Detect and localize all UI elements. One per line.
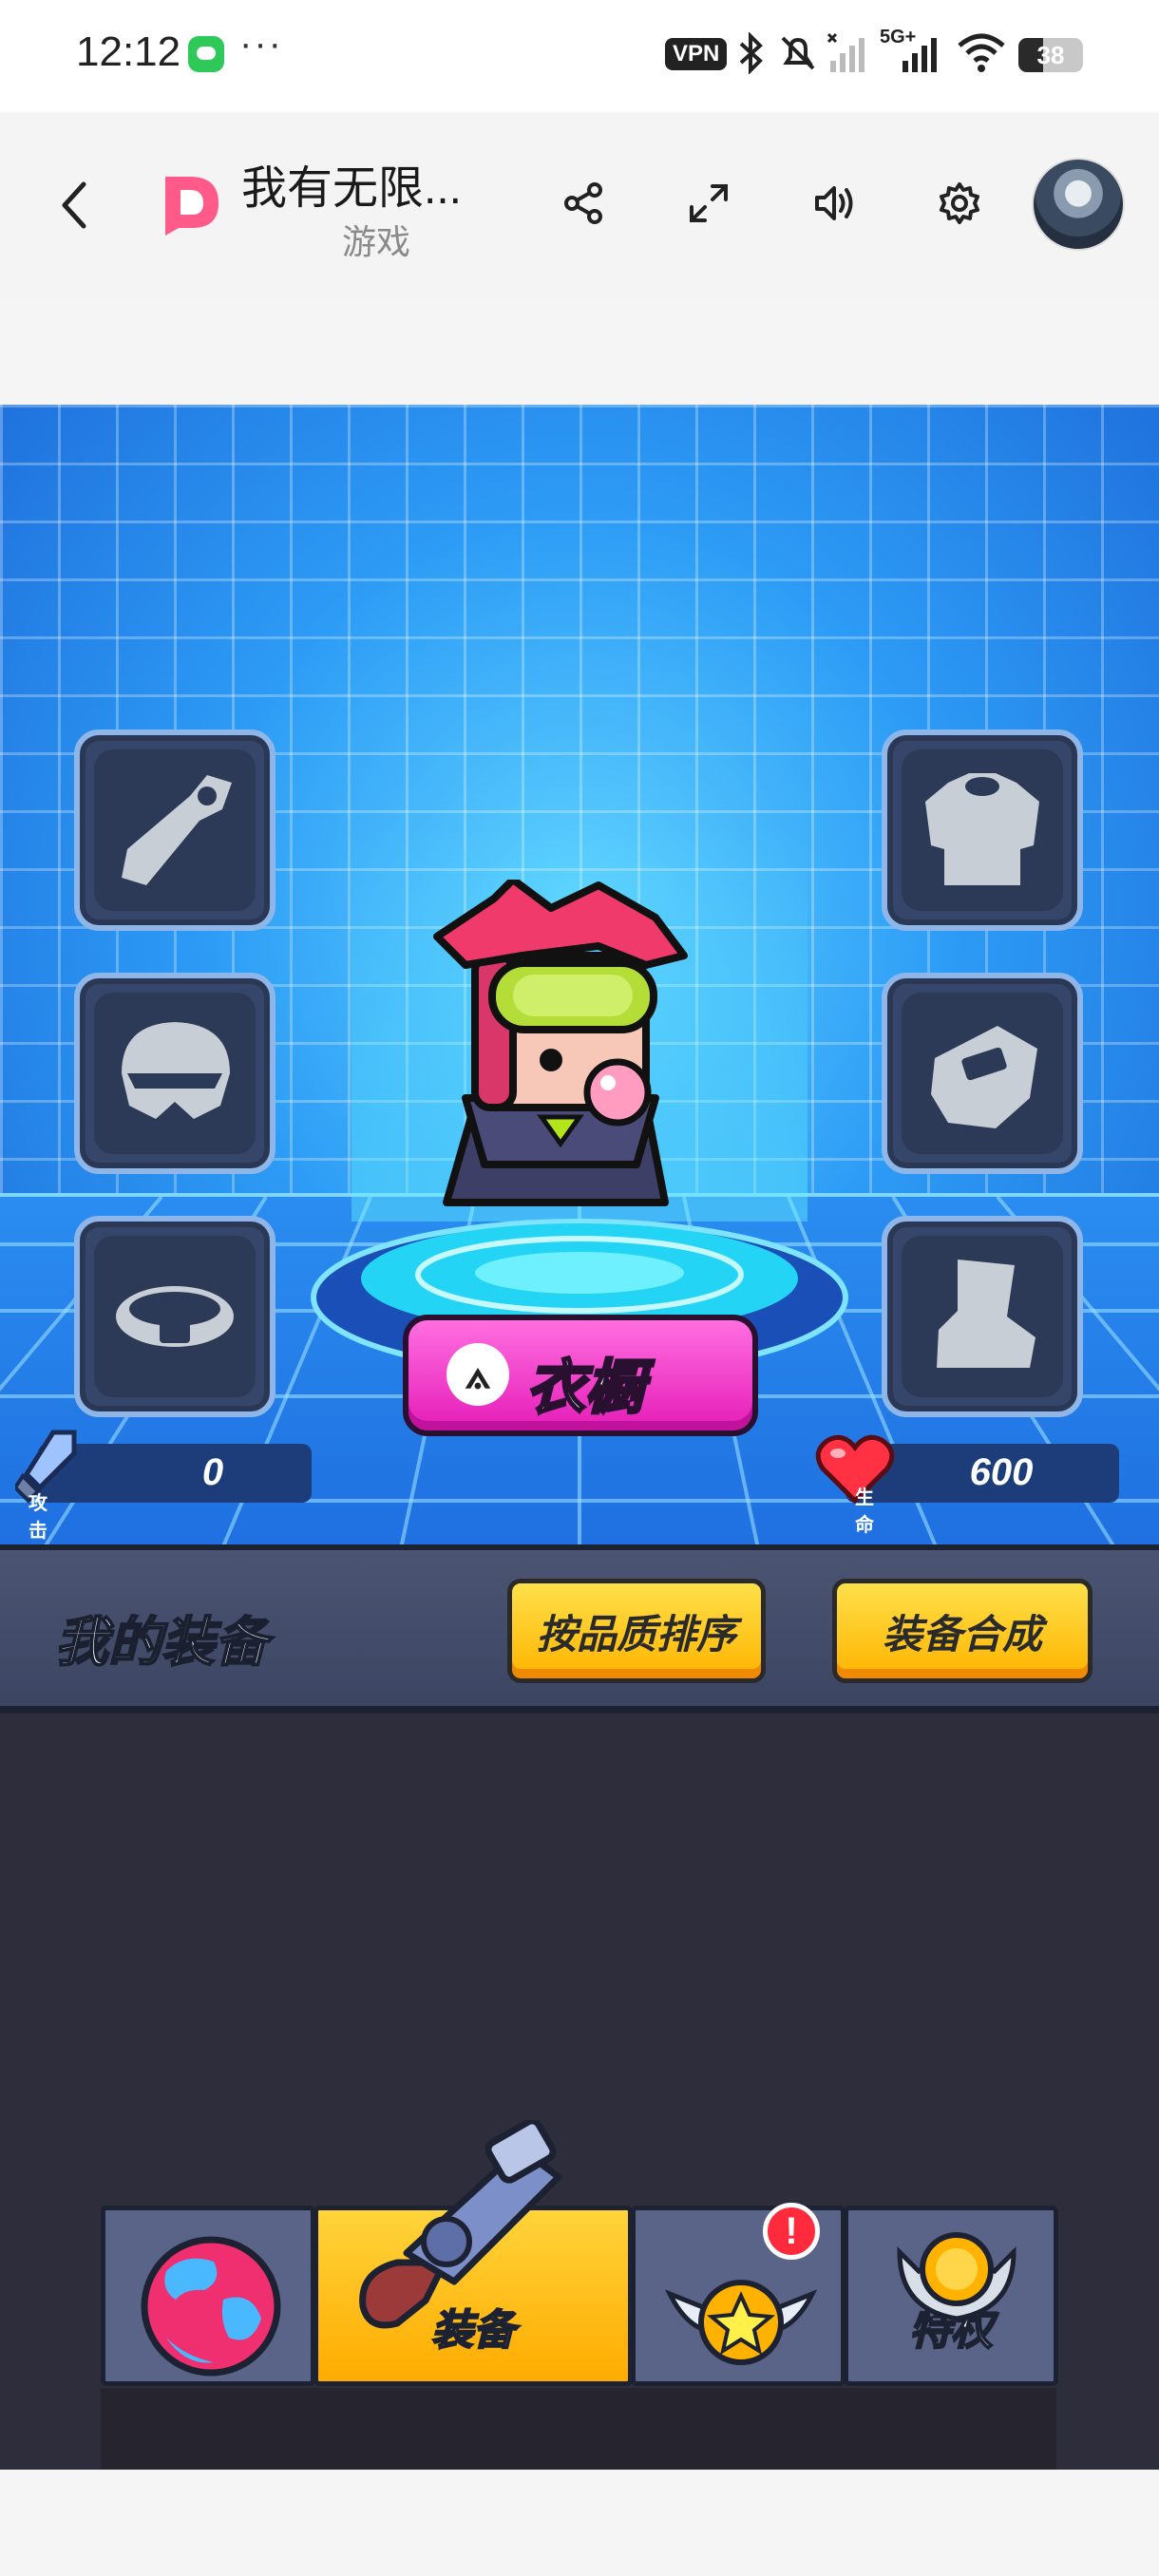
sound-button[interactable]: [804, 173, 864, 234]
sort-by-quality-button[interactable]: 按品质排序: [507, 1579, 766, 1683]
equipment-craft-button[interactable]: 装备合成: [832, 1579, 1092, 1683]
tab-bar-base: [101, 2388, 1056, 2470]
app-logo-icon: [165, 177, 218, 236]
privilege-medal-icon: [897, 2232, 1016, 2321]
wardrobe-button[interactable]: ⟑ 衣橱: [403, 1315, 758, 1436]
bottom-tab-bar: 装备 ! 特权: [101, 2120, 1058, 2392]
gun-icon: [359, 2120, 562, 2329]
tab-privilege[interactable]: 特权: [844, 2206, 1058, 2386]
player-character: [433, 880, 688, 1206]
world-icon: [141, 2236, 281, 2377]
app-header: 我有无限... 游戏: [0, 112, 1159, 298]
clock: 12:12: [76, 28, 181, 75]
share-icon: [564, 182, 602, 224]
hp-value: 600: [969, 1451, 1034, 1493]
gear-icon: [940, 182, 979, 224]
battery-indicator: 38: [1018, 38, 1083, 72]
hp-label: 生命: [855, 1487, 874, 1536]
expand-icon: [690, 184, 728, 222]
wardrobe-label: 衣橱: [524, 1354, 645, 1423]
attack-label: 攻击: [28, 1493, 48, 1542]
share-button[interactable]: [553, 173, 614, 234]
battery-percent: 38: [1036, 41, 1065, 69]
armor-slot[interactable]: [882, 729, 1083, 931]
app-title: 我有无限...: [241, 163, 463, 214]
vpn-badge: VPN: [665, 38, 728, 70]
attack-value: 0: [201, 1451, 224, 1493]
wifi-icon: [958, 33, 1005, 72]
bluetooth-icon: [739, 32, 763, 74]
signal-empty-icon: [826, 32, 864, 72]
signal-icon: [902, 38, 937, 72]
belt-slot[interactable]: [74, 1216, 276, 1417]
tab-rewards[interactable]: !: [631, 2203, 846, 2386]
tab-world[interactable]: [101, 2206, 315, 2386]
character-scene: 0 攻击 600 生命 ⟑ 衣橱: [0, 405, 1159, 1544]
settings-button[interactable]: [929, 173, 990, 234]
hanger-icon: ⟑: [446, 1343, 509, 1406]
glove-slot[interactable]: [882, 973, 1083, 1174]
notification-badge: !: [763, 2203, 820, 2260]
fullscreen-button[interactable]: [678, 173, 739, 234]
armor-icon: [925, 773, 1039, 885]
equipment-header: 我的装备 按品质排序 装备合成: [0, 1544, 1159, 1714]
status-bar: 12:12 ··· VPN 5G+ 38: [0, 0, 1159, 112]
weapon-slot[interactable]: [74, 729, 276, 931]
message-app-icon: [188, 36, 224, 72]
back-arrow-icon[interactable]: [57, 180, 91, 230]
equipment-title: 我的装备: [54, 1611, 269, 1673]
boot-slot[interactable]: [882, 1216, 1083, 1417]
more-notifications: ···: [239, 23, 283, 65]
user-avatar[interactable]: [1032, 158, 1125, 251]
glove-icon: [931, 1026, 1037, 1128]
bottom-safe-area: [0, 2470, 1159, 2576]
speaker-icon: [815, 186, 853, 220]
boot-icon: [937, 1260, 1036, 1368]
mute-bell-icon: [781, 36, 815, 70]
sword-icon: [15, 1430, 77, 1504]
app-subtitle: 游戏: [342, 222, 411, 261]
helmet-icon: [122, 1022, 230, 1119]
weapon-icon: [122, 775, 232, 885]
belt-icon: [116, 1286, 234, 1347]
helmet-slot[interactable]: [74, 973, 276, 1174]
